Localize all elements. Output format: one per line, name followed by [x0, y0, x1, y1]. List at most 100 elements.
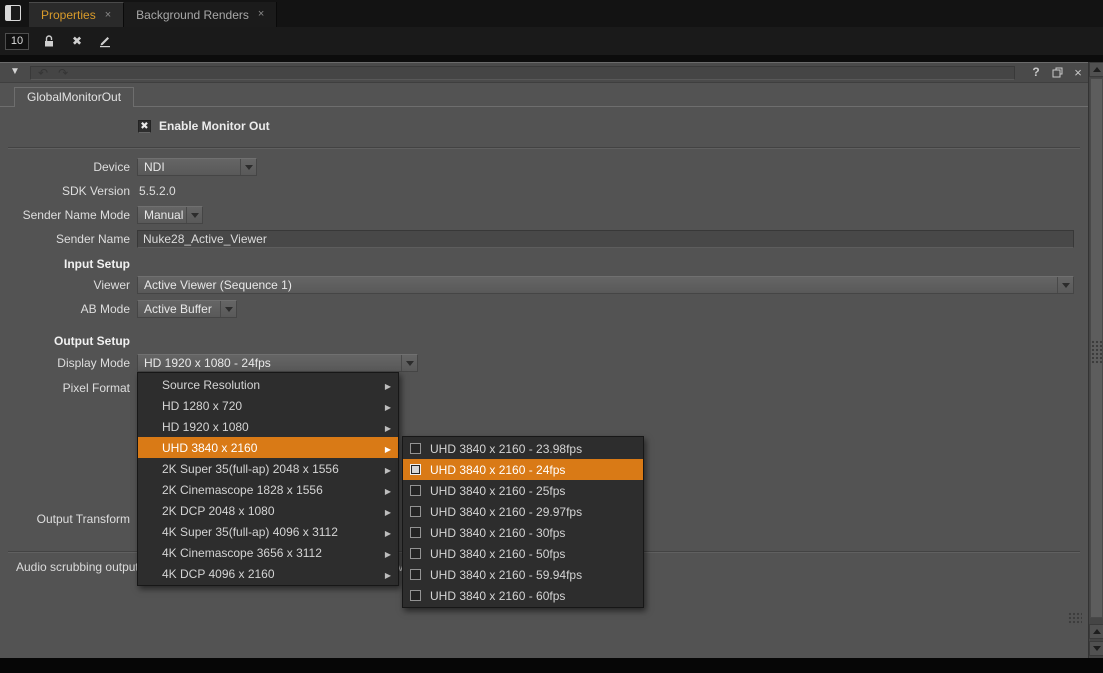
undo-icon[interactable]: ↶ — [38, 67, 48, 79]
checkbox-icon — [410, 527, 421, 538]
checkbox-icon — [410, 590, 421, 601]
panel-layout-icon[interactable] — [5, 5, 21, 21]
checkbox-icon — [410, 464, 421, 475]
sdk-version-row: SDK Version 5.5.2.0 — [0, 182, 1088, 200]
output-setup-header: Output Setup — [0, 334, 130, 348]
fps-option[interactable]: UHD 3840 x 2160 - 25fps — [403, 480, 643, 501]
help-icon[interactable]: ? — [1028, 65, 1044, 79]
close-tab-icon[interactable]: × — [258, 9, 264, 20]
submenu-arrow-icon — [373, 525, 391, 539]
input-setup-header: Input Setup — [0, 257, 130, 271]
chevron-down-icon — [1057, 277, 1073, 293]
submenu-arrow-icon — [373, 483, 391, 497]
menu-item-label: 4K Cinemascope 3656 x 3112 — [162, 546, 322, 560]
vertical-scrollbar[interactable] — [1088, 62, 1103, 658]
menu-item-label: Source Resolution — [162, 378, 260, 392]
checkbox-icon — [410, 485, 421, 496]
node-tab-globalmonitorout[interactable]: GlobalMonitorOut — [14, 87, 134, 107]
fps-option[interactable]: UHD 3840 x 2160 - 23.98fps — [403, 438, 643, 459]
display-mode-value: HD 1920 x 1080 - 24fps — [138, 356, 401, 370]
fps-option[interactable]: UHD 3840 x 2160 - 29.97fps — [403, 501, 643, 522]
scrollbar-grip-dots[interactable] — [1091, 340, 1102, 364]
max-panels-input[interactable]: 10 — [5, 33, 29, 50]
redo-icon[interactable]: ↷ — [58, 67, 68, 79]
menu-item-label: 2K Cinemascope 1828 x 1556 — [162, 483, 323, 497]
display-mode-option[interactable]: 4K DCP 4096 x 2160 — [138, 563, 398, 584]
checkbox-icon — [410, 443, 421, 454]
close-tab-icon[interactable]: × — [105, 10, 111, 21]
node-panel-header: ▼ ↶ ↷ ? × — [0, 63, 1088, 83]
input-setup-header-row: Input Setup — [0, 255, 1088, 273]
sender-name-mode-dropdown[interactable]: Manual — [137, 206, 203, 224]
output-transform-label: Output Transform — [0, 512, 130, 526]
device-dropdown[interactable]: NDI — [137, 158, 257, 176]
edit-pencil-icon[interactable] — [97, 33, 113, 49]
scroll-up-button-bottom[interactable] — [1089, 624, 1103, 639]
display-mode-option[interactable]: HD 1280 x 720 — [138, 395, 398, 416]
menu-item-label: UHD 3840 x 2160 - 24fps — [430, 463, 565, 477]
submenu-arrow-icon — [373, 462, 391, 476]
scroll-up-button[interactable] — [1089, 62, 1103, 77]
display-mode-menu: Source Resolution HD 1280 x 720 HD 1920 … — [137, 372, 399, 586]
device-label: Device — [0, 160, 130, 174]
sender-name-input[interactable] — [137, 230, 1074, 248]
menu-item-label: 2K Super 35(full-ap) 2048 x 1556 — [162, 462, 339, 476]
menu-item-label: UHD 3840 x 2160 - 30fps — [430, 526, 565, 540]
lock-icon[interactable] — [41, 33, 57, 49]
enable-monitor-out-checkbox[interactable]: ✖ — [138, 120, 151, 133]
viewer-label: Viewer — [0, 278, 130, 292]
device-value: NDI — [138, 160, 240, 174]
sdk-version-label: SDK Version — [0, 184, 130, 198]
viewer-dropdown[interactable]: Active Viewer (Sequence 1) — [137, 276, 1074, 294]
fps-option[interactable]: UHD 3840 x 2160 - 60fps — [403, 585, 643, 606]
output-setup-header-row: Output Setup — [0, 332, 1088, 350]
display-mode-option[interactable]: 2K DCP 2048 x 1080 — [138, 500, 398, 521]
ab-mode-dropdown[interactable]: Active Buffer — [137, 300, 237, 318]
fps-option[interactable]: UHD 3840 x 2160 - 59.94fps — [403, 564, 643, 585]
sdk-version-value: 5.5.2.0 — [139, 184, 176, 198]
chevron-down-icon — [401, 355, 417, 371]
arrow-up-icon — [1093, 629, 1101, 634]
menu-item-label: UHD 3840 x 2160 - 59.94fps — [430, 568, 582, 582]
float-panel-icon[interactable] — [1049, 67, 1065, 81]
tab-background-renders[interactable]: Background Renders × — [124, 2, 277, 27]
display-mode-dropdown[interactable]: HD 1920 x 1080 - 24fps — [137, 354, 418, 372]
node-name-field[interactable]: ↶ ↷ — [30, 66, 1015, 80]
tab-label: Properties — [41, 8, 96, 22]
top-bar-area: Properties × Background Renders × 10 ✖ — [0, 0, 1103, 62]
chevron-down-icon — [240, 159, 256, 175]
menu-item-label: 4K DCP 4096 x 2160 — [162, 567, 275, 581]
fps-option[interactable]: UHD 3840 x 2160 - 50fps — [403, 543, 643, 564]
submenu-arrow-icon — [373, 504, 391, 518]
panel-resize-grip[interactable] — [1068, 612, 1082, 625]
display-mode-option[interactable]: HD 1920 x 1080 — [138, 416, 398, 437]
tab-properties[interactable]: Properties × — [29, 2, 124, 27]
display-mode-option[interactable]: 2K Cinemascope 1828 x 1556 — [138, 479, 398, 500]
sender-name-mode-row: Sender Name Mode Manual — [0, 206, 1088, 224]
ab-mode-value: Active Buffer — [138, 302, 220, 316]
display-mode-option[interactable]: Source Resolution — [138, 374, 398, 395]
tab-label: Background Renders — [136, 8, 249, 22]
fps-option[interactable]: UHD 3840 x 2160 - 24fps — [403, 459, 643, 480]
submenu-arrow-icon — [373, 399, 391, 413]
display-mode-option[interactable]: 2K Super 35(full-ap) 2048 x 1556 — [138, 458, 398, 479]
submenu-arrow-icon — [373, 441, 391, 455]
display-mode-option[interactable]: 4K Super 35(full-ap) 4096 x 3112 — [138, 521, 398, 542]
fps-option[interactable]: UHD 3840 x 2160 - 30fps — [403, 522, 643, 543]
display-mode-option[interactable]: UHD 3840 x 2160 — [138, 437, 398, 458]
scroll-down-button[interactable] — [1089, 641, 1103, 656]
close-panel-icon[interactable]: × — [1070, 65, 1086, 80]
close-all-panels-icon[interactable]: ✖ — [69, 33, 85, 49]
menu-item-label: 2K DCP 2048 x 1080 — [162, 504, 275, 518]
chevron-down-icon — [186, 207, 202, 223]
viewer-row: Viewer Active Viewer (Sequence 1) — [0, 276, 1088, 294]
collapse-triangle-icon[interactable]: ▼ — [10, 66, 20, 77]
sender-name-mode-value: Manual — [138, 208, 186, 222]
sender-name-row: Sender Name — [0, 230, 1088, 248]
menu-item-label: UHD 3840 x 2160 — [162, 441, 257, 455]
arrow-up-icon — [1093, 67, 1101, 72]
bottom-edge-strip — [0, 658, 1103, 673]
submenu-arrow-icon — [373, 546, 391, 560]
display-mode-option[interactable]: 4K Cinemascope 3656 x 3112 — [138, 542, 398, 563]
menu-item-label: UHD 3840 x 2160 - 29.97fps — [430, 505, 582, 519]
